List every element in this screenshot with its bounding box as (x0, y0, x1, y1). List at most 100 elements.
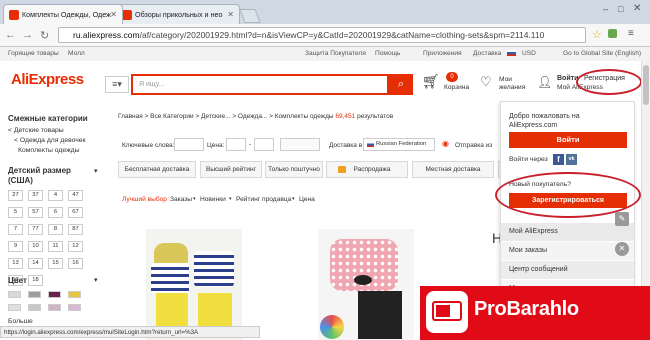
size-option[interactable]: 12 (68, 241, 83, 252)
star-icon[interactable]: ☆ (592, 28, 602, 41)
color-swatch[interactable] (8, 291, 21, 298)
hot-deals-link[interactable]: Горящие товары (8, 50, 59, 57)
price-min-input[interactable] (226, 138, 246, 151)
price-label: Цена: (207, 142, 225, 149)
size-option[interactable]: 57 (28, 207, 43, 218)
sort-option[interactable]: Цена (299, 196, 315, 203)
color-swatch[interactable] (68, 304, 81, 311)
apps-link[interactable]: Приложения (423, 50, 462, 57)
sort-option[interactable]: Новинки (200, 196, 226, 203)
size-option[interactable]: 67 (68, 207, 83, 218)
size-option[interactable]: 9 (8, 241, 23, 252)
close-icon[interactable]: ✕ (615, 242, 629, 256)
signin-button[interactable]: Войти (509, 132, 627, 148)
size-option[interactable]: 4 (48, 190, 63, 201)
collapse-icon[interactable]: ▾ (94, 276, 98, 284)
filter-chip[interactable]: Местная доставка (412, 161, 494, 178)
delivery-link[interactable]: Доставка (473, 50, 501, 57)
product-image[interactable] (318, 229, 414, 340)
vk-icon[interactable]: vk (566, 154, 577, 165)
keywords-input[interactable] (174, 138, 204, 151)
back-icon[interactable]: ← (5, 29, 16, 41)
close-window-icon[interactable]: ✕ (633, 3, 641, 14)
related-category-link[interactable]: < Одежда для девочек (14, 137, 86, 144)
filter-chip[interactable]: Высший рейтинг (200, 161, 262, 178)
edit-icon[interactable]: ✎ (615, 212, 629, 226)
mall-link[interactable]: Молл (68, 50, 85, 57)
menu-icon[interactable]: ≡ (628, 28, 634, 39)
russia-flag-icon (367, 142, 374, 147)
product-image[interactable] (146, 229, 242, 340)
maximize-icon[interactable]: □ (618, 4, 623, 14)
size-option[interactable]: 87 (68, 224, 83, 235)
size-option[interactable]: 15 (48, 258, 63, 269)
wishlist-label[interactable]: Мои желания (499, 76, 535, 92)
address-bar[interactable]: ru.aliexpress.com/af/category/202001929.… (58, 27, 586, 43)
size-option[interactable]: 7 (8, 224, 23, 235)
size-option[interactable]: 47 (68, 190, 83, 201)
size-option[interactable]: 16 (68, 258, 83, 269)
size-option[interactable]: 18 (28, 275, 43, 286)
forward-icon[interactable]: → (22, 29, 33, 41)
color-swatch[interactable] (8, 304, 21, 311)
color-swatch[interactable] (28, 304, 41, 311)
categories-menu-button[interactable]: ≡▾ (105, 76, 129, 93)
facebook-icon[interactable]: f (553, 154, 564, 165)
account-menu-item[interactable]: Центр сообщений (501, 261, 634, 279)
breadcrumb-path[interactable]: Главная > Все Категории > Детские... > О… (118, 113, 334, 120)
price-dash: - (249, 141, 252, 148)
close-icon[interactable]: ✕ (110, 5, 117, 24)
cart-label[interactable]: Корзина (444, 84, 469, 91)
scrollbar-thumb[interactable] (643, 65, 649, 105)
browser-tab[interactable]: Обзоры прикольных и нео ✕ (116, 4, 240, 24)
black-pants (358, 291, 402, 339)
color-swatch[interactable] (28, 291, 41, 298)
aliexpress-logo[interactable]: AliExpress (11, 71, 84, 88)
filter-chip[interactable]: Только поштучно (265, 161, 323, 178)
russia-flag-icon (507, 50, 516, 56)
color-swatch[interactable] (48, 291, 61, 298)
price-apply-button[interactable] (280, 138, 320, 151)
size-option[interactable]: 10 (28, 241, 43, 252)
ship-from-label[interactable]: Отправка из (455, 142, 492, 149)
buyer-protection-link[interactable]: Защита Покупателя (305, 50, 366, 57)
more-colors-link[interactable]: Больше (8, 318, 33, 325)
extension-icon[interactable] (608, 29, 617, 38)
size-option[interactable]: 27 (8, 190, 23, 201)
size-option[interactable]: 37 (28, 190, 43, 201)
size-option[interactable]: 14 (28, 258, 43, 269)
close-icon[interactable]: ✕ (227, 5, 234, 24)
user-icon[interactable]: 👤︎ (537, 75, 552, 89)
sort-option[interactable]: Лучший выбор (122, 196, 167, 203)
currency-selector[interactable]: USD (522, 50, 536, 57)
reload-icon[interactable]: ↻ (40, 29, 49, 42)
heart-icon[interactable]: ♡ (480, 74, 492, 90)
price-max-input[interactable] (254, 138, 274, 151)
sort-arrow-icon: ▾ (292, 196, 295, 202)
filter-chip[interactable]: Бесплатная доставка (118, 161, 196, 178)
sort-option[interactable]: Рейтинг продавца (236, 196, 291, 203)
related-category-link[interactable]: < Детские товары (8, 127, 64, 134)
global-site-link[interactable]: Go to Global Site (English) (563, 50, 641, 57)
related-category-link[interactable]: Комплекты одежды (18, 147, 79, 154)
color-swatch[interactable] (48, 304, 61, 311)
minimize-icon[interactable]: – (603, 4, 608, 14)
size-option[interactable]: 11 (48, 241, 63, 252)
cart-icon[interactable]: 🛒︎ (422, 73, 440, 90)
sort-option[interactable]: Заказы (170, 196, 192, 203)
size-option[interactable]: 13 (8, 258, 23, 269)
color-swatch[interactable] (68, 291, 81, 298)
size-option[interactable]: 8 (48, 224, 63, 235)
browser-tab-active[interactable]: Комплекты Одежды, Одеж ✕ (3, 4, 123, 24)
search-input[interactable]: Я ищу... (131, 74, 389, 95)
size-option[interactable]: 77 (28, 224, 43, 235)
account-menu-item[interactable]: Мой AliExpress (501, 223, 634, 241)
size-option[interactable]: 6 (48, 207, 63, 218)
help-link[interactable]: Помощь (375, 50, 400, 57)
size-option[interactable]: 5 (8, 207, 23, 218)
collapse-icon[interactable]: ▾ (94, 167, 98, 175)
new-tab-button[interactable] (239, 9, 261, 23)
ship-to-select[interactable]: Russian Federation (363, 138, 435, 151)
account-menu-item[interactable]: Мои заказы (501, 242, 634, 260)
search-button[interactable]: ⌕ (389, 74, 413, 95)
